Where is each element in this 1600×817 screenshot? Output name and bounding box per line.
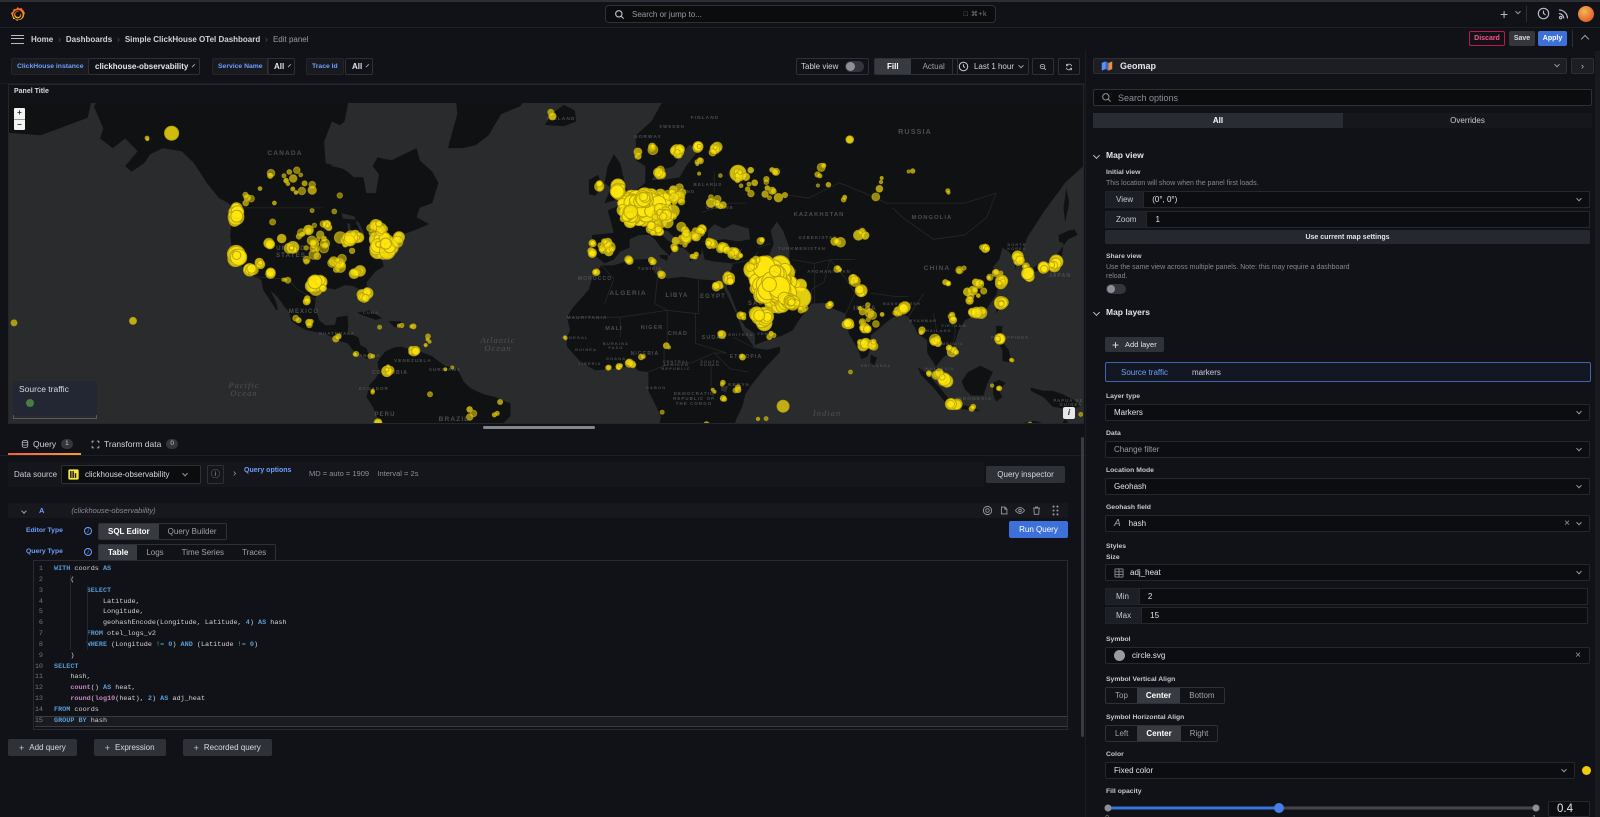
svg-text:Indian: Indian	[812, 408, 841, 418]
svg-text:BRAZIL: BRAZIL	[439, 416, 470, 423]
svg-text:KOREA: KOREA	[1007, 247, 1026, 251]
svg-text:PERU: PERU	[374, 412, 395, 418]
svg-text:CANADA: CANADA	[267, 150, 302, 157]
svg-text:KAZAKHSTAN: KAZAKHSTAN	[794, 212, 845, 218]
svg-text:CHAD: CHAD	[668, 331, 688, 337]
svg-text:GHANA: GHANA	[606, 356, 626, 361]
svg-text:ALGERIA: ALGERIA	[609, 290, 646, 297]
svg-text:CHINA: CHINA	[924, 265, 950, 272]
svg-text:TURKMENISTAN: TURKMENISTAN	[778, 246, 826, 251]
svg-text:SWEDEN: SWEDEN	[659, 124, 685, 129]
svg-text:NORWAY: NORWAY	[634, 134, 662, 140]
svg-text:FASO: FASO	[608, 345, 623, 350]
svg-text:GUINEA: GUINEA	[575, 347, 597, 352]
svg-text:ETHIOPIA: ETHIOPIA	[730, 354, 762, 360]
svg-text:MONGOLIA: MONGOLIA	[912, 215, 953, 221]
svg-text:NIGER: NIGER	[641, 325, 664, 331]
svg-text:MAURITANIA: MAURITANIA	[566, 315, 607, 321]
svg-text:JAPAN: JAPAN	[1049, 273, 1071, 279]
svg-text:MOROCCO: MOROCCO	[578, 276, 612, 282]
svg-text:ERITREA: ERITREA	[728, 332, 753, 337]
svg-text:EGYPT: EGYPT	[700, 294, 726, 300]
svg-text:REPUBLIC: REPUBLIC	[661, 366, 690, 371]
svg-text:MYANMAR: MYANMAR	[909, 318, 937, 323]
svg-text:RUSSIA: RUSSIA	[898, 127, 932, 136]
svg-text:TUNISIA: TUNISIA	[638, 266, 662, 271]
svg-text:SRI LANKA: SRI LANKA	[861, 364, 892, 368]
svg-text:CUBA: CUBA	[363, 310, 379, 315]
svg-text:BELARUS: BELARUS	[694, 182, 723, 187]
svg-text:THAILAND: THAILAND	[922, 328, 951, 333]
svg-text:AFGHANISTAN: AFGHANISTAN	[807, 269, 851, 274]
svg-text:VENEZUELA: VENEZUELA	[394, 358, 432, 363]
svg-text:FINLAND: FINLAND	[691, 115, 720, 121]
svg-text:Ocean: Ocean	[484, 343, 511, 353]
svg-text:GABON: GABON	[646, 385, 666, 390]
svg-text:Ocean: Ocean	[230, 388, 257, 398]
svg-text:SUDAN: SUDAN	[700, 362, 720, 367]
svg-text:LIBYA: LIBYA	[666, 293, 689, 299]
svg-text:THE CONGO: THE CONGO	[676, 401, 713, 406]
svg-text:MEXICO: MEXICO	[289, 309, 319, 315]
svg-text:LIBERIA: LIBERIA	[579, 362, 602, 366]
svg-text:MALI: MALI	[605, 326, 623, 332]
